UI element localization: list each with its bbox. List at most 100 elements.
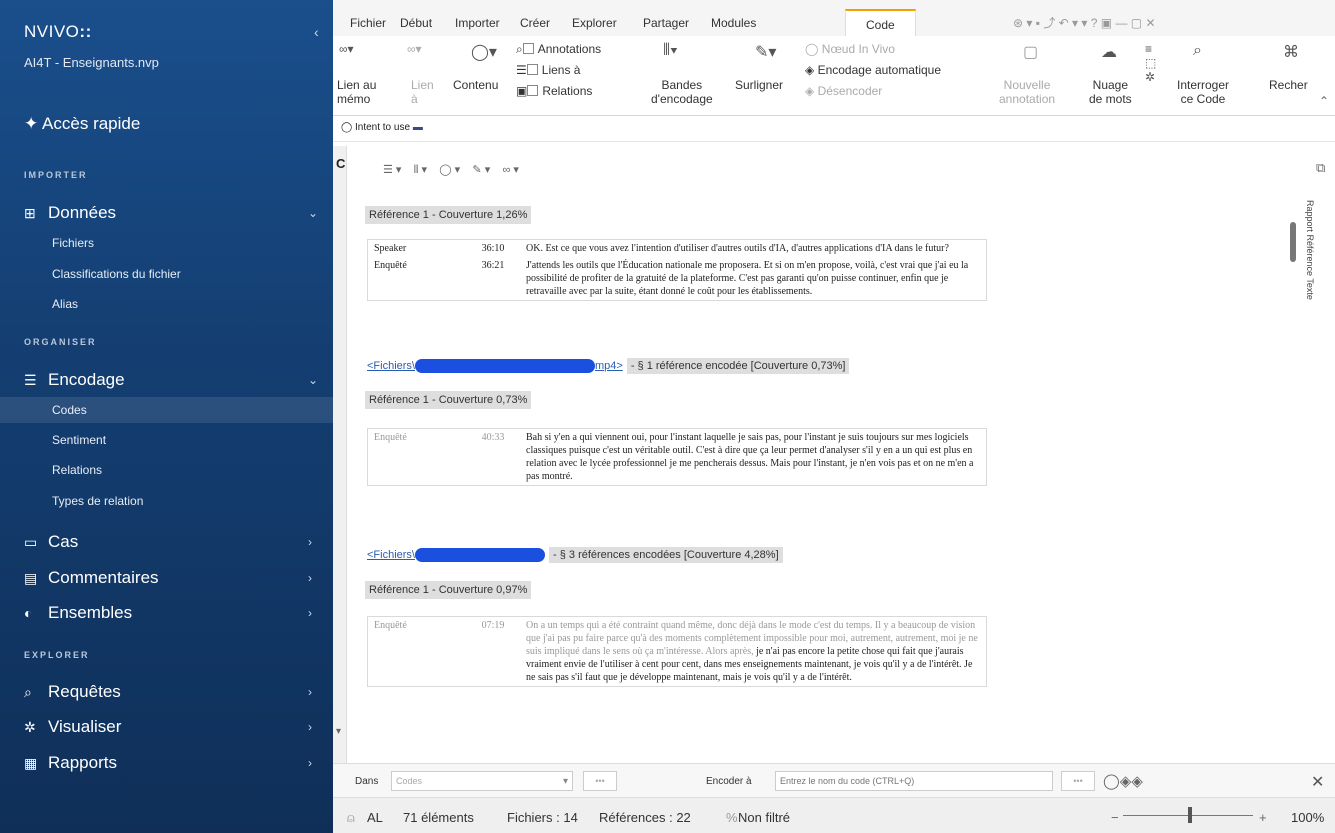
navigation-sidebar: NVIVO:: AI4T - Enseignants.nvp ‹ ✦ Accès…: [0, 0, 333, 833]
desencoder-button[interactable]: ◈ Désencoder: [805, 84, 882, 98]
list-icon: ☰: [24, 371, 37, 388]
tab-explorer[interactable]: Explorer: [572, 16, 617, 30]
auto-code-icon: ◈: [805, 63, 815, 77]
table-row[interactable]: Speaker 36:10 OK. Est ce que vous avez l…: [368, 240, 986, 257]
view-side-tabs[interactable]: Rapport Référence Texte: [1305, 200, 1315, 300]
chevron-right-icon: ›: [308, 756, 312, 770]
file-reference-line[interactable]: <Fichiers\ mp4> - § 1 référence encodée …: [367, 358, 850, 374]
group-commentaires[interactable]: ▤ Commentaires ›: [24, 568, 324, 588]
group-cas[interactable]: ▭ Cas ›: [24, 532, 324, 552]
active-item-highlight: [0, 397, 333, 423]
section-organiser: ORGANISER: [24, 337, 97, 347]
node-title: ◯ Intent to use ▬: [341, 122, 423, 133]
annotations-checkbox[interactable]: ⌕ Annotations: [516, 42, 601, 56]
reference-bar: Référence 1 - Couverture 0,73%: [365, 391, 532, 409]
zoom-out-icon[interactable]: −: [1111, 810, 1119, 825]
group-requetes[interactable]: ⌕ Requêtes ›: [24, 682, 324, 702]
file-reference-line[interactable]: <Fichiers\ - § 3 références encodées [Co…: [367, 547, 783, 563]
chevron-down-icon: ▾: [563, 776, 569, 787]
timestamp-cell: 36:21: [481, 260, 505, 271]
encoder-input[interactable]: [775, 771, 1053, 791]
group-rapports[interactable]: ▦ Rapports ›: [24, 753, 324, 773]
chevron-right-icon: ›: [308, 720, 312, 734]
node-color-icon: ▬: [412, 122, 423, 133]
tab-importer[interactable]: Importer: [455, 16, 500, 30]
sidebar-item-relations[interactable]: Relations: [52, 463, 102, 477]
pin-icon: ✦: [24, 114, 39, 133]
chevron-right-icon: ›: [308, 685, 312, 699]
zoom-in-icon[interactable]: +: [1259, 810, 1267, 825]
tab-fichier[interactable]: Fichier: [350, 16, 386, 30]
content-cell: Bah si y'en a qui viennent oui, pour l'i…: [526, 432, 974, 482]
node-circle-icon: ◯: [341, 122, 353, 133]
group-donnees[interactable]: ⊞ Données ⌄: [24, 203, 324, 223]
dans-select[interactable]: Codes: [391, 771, 573, 791]
code-selection-icon[interactable]: ◯◈◈: [1103, 772, 1143, 790]
quick-access-toolbar-icons[interactable]: ⊛ ▾ ▪ ⤴ ↶ ▾ ▾ ? ▣ — ▢ ✕: [1013, 14, 1156, 31]
table-row[interactable]: Enquêté 07:19 On a un temps qui a été co…: [368, 617, 986, 686]
sidebar-item-alias[interactable]: Alias: [52, 297, 78, 311]
new-annotation-icon: ▢: [1023, 44, 1039, 61]
file-link-ext[interactable]: mp4>: [595, 360, 623, 372]
speaker-cell: Enquêté: [374, 260, 407, 271]
table-row[interactable]: Enquêté 40:33 Bah si y'en a qui viennent…: [368, 429, 986, 485]
file-coverage-meta: - § 3 références encodées [Couverture 4,…: [549, 547, 783, 563]
group-encodage[interactable]: ☰ Encodage ⌄: [24, 370, 324, 390]
ribbon-tabs: Fichier Début Importer Créer Explorer Pa…: [333, 0, 1335, 36]
uncode-icon: ◈: [805, 84, 815, 98]
dans-label: Dans: [355, 776, 379, 787]
sets-icon: ◐: [24, 605, 33, 621]
tab-partager[interactable]: Partager: [643, 16, 689, 30]
filter-status: Non filtré: [738, 810, 791, 825]
left-panel-strip[interactable]: [333, 146, 347, 766]
bandes-encodage-button[interactable]: Bandes d'encodage: [651, 78, 713, 106]
tab-modules[interactable]: Modules: [711, 16, 756, 30]
browse-button[interactable]: •••: [1061, 771, 1095, 791]
scroll-down-icon[interactable]: ▾: [336, 726, 341, 737]
node-header: ◯ Intent to use ▬: [333, 116, 1335, 142]
notes-icon: ▤: [24, 569, 38, 586]
table-row[interactable]: Enquêté 36:21 J'attends les outils que l…: [368, 257, 986, 300]
zoom-slider-handle[interactable]: [1188, 807, 1192, 823]
collapse-sidebar-icon[interactable]: ‹: [314, 24, 319, 40]
file-link[interactable]: <Fichiers\: [367, 549, 415, 561]
nouvelle-annotation-button[interactable]: Nouvelle annotation: [999, 78, 1055, 106]
scrollbar-thumb[interactable]: [1290, 222, 1296, 262]
noeud-in-vivo-button[interactable]: ◯ Nœud In Vivo: [805, 42, 895, 56]
tab-code[interactable]: Code: [845, 9, 916, 36]
rechercher-button[interactable]: Recher: [1269, 78, 1308, 92]
encodage-automatique-button[interactable]: ◈ Encodage automatique: [805, 63, 941, 77]
surligner-button[interactable]: Surligner: [735, 78, 783, 92]
sidebar-item-classifications[interactable]: Classifications du fichier: [52, 267, 181, 281]
timestamp-cell: 07:19: [481, 620, 505, 631]
search-icon: ⌕: [24, 683, 32, 700]
sidebar-item-fichiers[interactable]: Fichiers: [52, 236, 94, 250]
group-ensembles[interactable]: ◐ Ensembles ›: [24, 603, 324, 623]
coding-stripes-icon: ⦀▾: [663, 42, 678, 59]
content-toolbar[interactable]: ☰ ▾ ⦀ ▾ ◯ ▾ ✎ ▾ ∞ ▾: [383, 163, 519, 177]
browse-button[interactable]: •••: [583, 771, 617, 791]
close-icon[interactable]: ✕: [1311, 772, 1324, 792]
chevron-right-icon: ›: [308, 571, 312, 585]
relations-checkbox[interactable]: ▣ Relations: [516, 84, 592, 98]
liens-a-checkbox[interactable]: ☰ Liens à: [516, 63, 580, 77]
nuage-mots-button[interactable]: Nuage de mots: [1089, 78, 1132, 106]
lien-memo-button[interactable]: Lien au mémo: [337, 78, 376, 106]
lien-a-button[interactable]: Lien à: [411, 78, 434, 106]
quick-access-link[interactable]: ✦ Accès rapide: [24, 114, 140, 134]
group-visualiser[interactable]: ✲ Visualiser ›: [24, 717, 324, 737]
undock-icon[interactable]: ⧉: [1316, 160, 1325, 176]
speaker-cell: Speaker: [374, 243, 407, 254]
redaction-mark: [415, 359, 595, 373]
tab-creer[interactable]: Créer: [520, 16, 550, 30]
collapse-ribbon-icon[interactable]: ⌃: [1319, 94, 1329, 108]
data-grid-icon: ⊞: [24, 204, 36, 221]
interroger-code-button[interactable]: Interroger ce Code: [1177, 78, 1229, 106]
file-link[interactable]: <Fichiers\: [367, 360, 415, 372]
tab-debut[interactable]: Début: [400, 16, 432, 30]
reference-content: Référence 1 - Couverture 1,26% Speaker 3…: [347, 196, 1297, 766]
sidebar-item-sentiment[interactable]: Sentiment: [52, 433, 106, 447]
sidebar-item-types-relation[interactable]: Types de relation: [52, 494, 143, 508]
contenu-button[interactable]: Contenu: [453, 78, 498, 92]
sidebar-item-codes[interactable]: Codes: [52, 403, 87, 417]
